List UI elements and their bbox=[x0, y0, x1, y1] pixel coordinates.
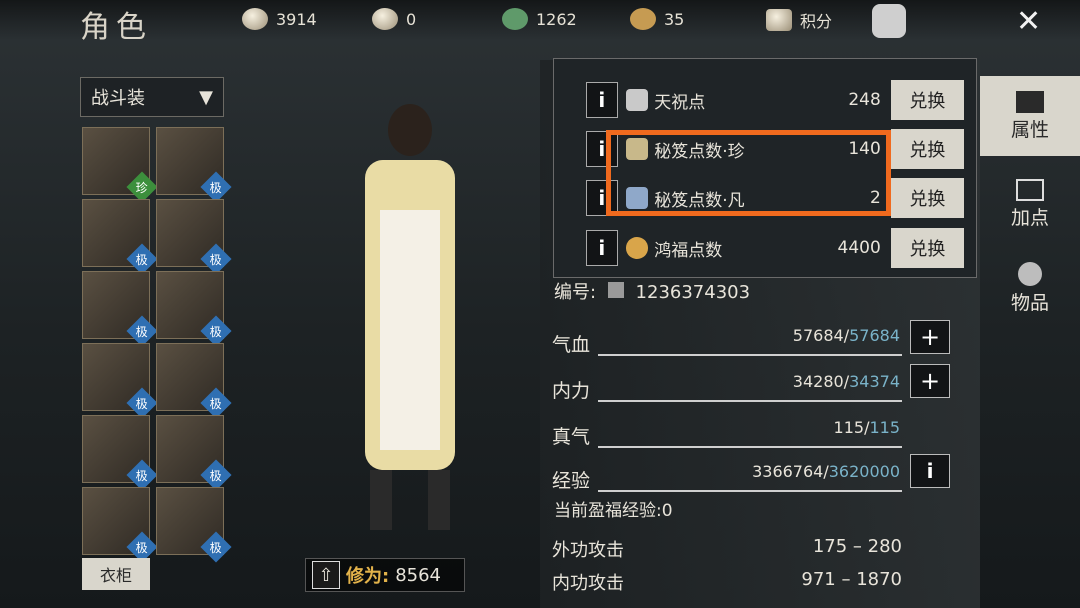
chevron-down-icon: ▼ bbox=[199, 86, 213, 108]
points-button[interactable]: 积分 bbox=[766, 8, 832, 32]
equipment-slot[interactable]: 极 bbox=[156, 271, 232, 347]
tab-add-points[interactable]: 加点 bbox=[980, 164, 1080, 244]
exchange-button[interactable]: 兑换 bbox=[890, 228, 964, 268]
pouch-icon bbox=[1018, 261, 1042, 286]
tab-items[interactable]: 物品 bbox=[980, 248, 1080, 328]
equipment-grid: 珍 极 极 极 极 极 极 极 极 极 极 极 bbox=[82, 127, 232, 563]
equipment-slot[interactable]: 珍 bbox=[82, 127, 158, 203]
bonus-exp-text: 当前盈福经验:0 bbox=[554, 501, 673, 521]
exp-info-button[interactable]: i bbox=[910, 454, 950, 488]
outer-attack-row: 外功攻击 175 – 280 bbox=[552, 536, 902, 561]
add-hp-button[interactable]: + bbox=[910, 320, 950, 354]
page-title: 角色 bbox=[80, 10, 152, 45]
stat-experience: 经验 3366764/3620000 bbox=[552, 462, 902, 492]
close-button[interactable]: ✕ bbox=[1016, 4, 1041, 39]
stat-true-qi: 真气 115/115 bbox=[552, 418, 902, 448]
gold-ingot-icon bbox=[630, 8, 656, 30]
player-id: 编号: 1236374303 bbox=[554, 282, 751, 303]
inner-attack-row: 内功攻击 971 – 1870 bbox=[552, 569, 902, 594]
equipment-slot[interactable]: 极 bbox=[82, 415, 158, 491]
sliders-icon bbox=[1016, 178, 1044, 201]
character-model bbox=[365, 104, 455, 530]
tab-attributes[interactable]: 属性 bbox=[980, 76, 1080, 156]
equipment-slot[interactable]: 极 bbox=[156, 127, 232, 203]
cultivation-value: 8564 bbox=[395, 564, 442, 586]
outfit-dropdown[interactable]: 战斗装 ▼ bbox=[80, 77, 224, 117]
outfit-label: 战斗装 bbox=[91, 88, 145, 109]
currency-jade: 1262 bbox=[502, 8, 577, 30]
scholar-hat-icon bbox=[1016, 90, 1044, 113]
equipment-slot[interactable]: 极 bbox=[82, 487, 158, 563]
exchange-button[interactable]: 兑换 bbox=[890, 80, 964, 120]
equipment-slot[interactable]: 极 bbox=[156, 343, 232, 419]
info-icon[interactable]: i bbox=[586, 230, 618, 266]
cultivation-display: ⇧ 修为: 8564 bbox=[305, 558, 465, 592]
exchange-button[interactable]: 兑换 bbox=[890, 129, 964, 169]
info-icon[interactable]: i bbox=[586, 82, 618, 118]
equipment-slot[interactable]: 极 bbox=[82, 199, 158, 275]
copy-icon[interactable] bbox=[607, 282, 624, 298]
coin-icon bbox=[242, 8, 268, 30]
blessing-point-icon bbox=[625, 89, 649, 111]
currency-gold: 35 bbox=[630, 8, 684, 30]
equipment-slot[interactable]: 极 bbox=[82, 343, 158, 419]
highlight-box bbox=[606, 130, 891, 216]
currency-silver: 0 bbox=[372, 8, 416, 30]
equipment-slot[interactable]: 极 bbox=[156, 199, 232, 275]
points-row: i 鸿福点数 4400 兑换 bbox=[586, 228, 964, 268]
wardrobe-button[interactable]: 衣柜 bbox=[82, 558, 150, 590]
fortune-coin-icon bbox=[625, 237, 649, 259]
settings-gear-icon[interactable] bbox=[872, 4, 906, 38]
shield-icon bbox=[766, 9, 792, 31]
cultivation-label: 修为: bbox=[346, 566, 390, 587]
jade-ticket-icon bbox=[502, 8, 528, 30]
add-internal-power-button[interactable]: + bbox=[910, 364, 950, 398]
equipment-slot[interactable]: 极 bbox=[156, 415, 232, 491]
equipment-slot[interactable]: 极 bbox=[82, 271, 158, 347]
points-row: i 天祝点 248 兑换 bbox=[586, 80, 964, 120]
stat-internal-power: 内力 34280/34374 bbox=[552, 372, 902, 402]
currency-coin: 3914 bbox=[242, 8, 317, 30]
equipment-slot[interactable]: 极 bbox=[156, 487, 232, 563]
exchange-button[interactable]: 兑换 bbox=[890, 178, 964, 218]
stat-hp: 气血 57684/57684 bbox=[552, 326, 902, 356]
level-up-icon[interactable]: ⇧ bbox=[312, 561, 340, 589]
silver-ingot-icon bbox=[372, 8, 398, 30]
